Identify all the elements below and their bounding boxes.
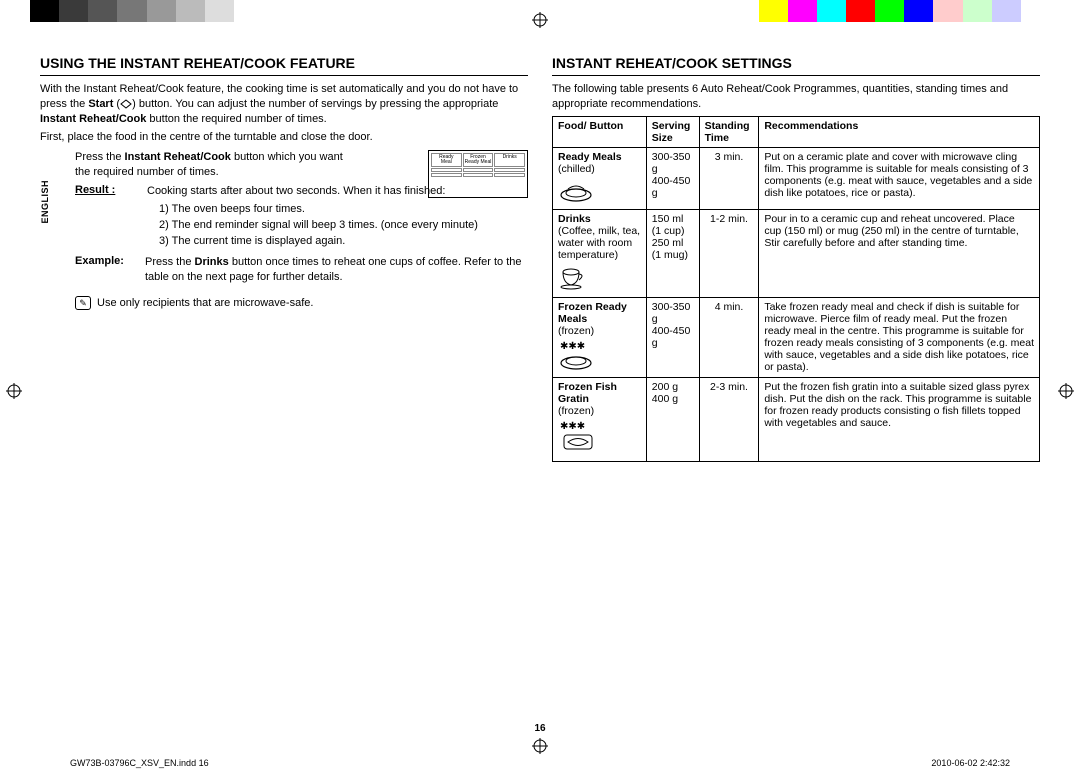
results-list: 1) The oven beeps four times.2) The end … <box>159 202 528 249</box>
cell-serving: 200 g 400 g <box>646 377 699 461</box>
th-food: Food/ Button <box>553 116 647 147</box>
cell-standing: 2-3 min. <box>699 377 759 461</box>
footer: GW73B-03796C_XSV_EN.indd 16 2010-06-02 2… <box>70 758 1010 768</box>
right-column: INSTANT REHEAT/COOK SETTINGS The followi… <box>552 55 1040 722</box>
right-intro: The following table presents 6 Auto Rehe… <box>552 82 1040 112</box>
cell-serving: 150 ml (1 cup) 250 ml (1 mug) <box>646 209 699 297</box>
left-column: USING THE INSTANT REHEAT/COOK FEATURE Wi… <box>40 55 528 722</box>
th-serving: Serving Size <box>646 116 699 147</box>
left-intro-2: First, place the food in the centre of t… <box>40 130 528 145</box>
cell-standing: 3 min. <box>699 147 759 209</box>
table-row: Frozen Fish Gratin(frozen)✱✱✱200 g 400 g… <box>553 377 1040 461</box>
cell-serving: 300-350 g 400-450 g <box>646 297 699 377</box>
table-row: Drinks(Coffee, milk, tea, water with roo… <box>553 209 1040 297</box>
cell-food: Frozen Fish Gratin(frozen)✱✱✱ <box>553 377 647 461</box>
svg-text:✱✱✱: ✱✱✱ <box>560 341 585 352</box>
left-intro-1: With the Instant Reheat/Cook feature, th… <box>40 82 528 127</box>
registration-mark-top <box>532 12 548 28</box>
registration-mark-bottom <box>532 738 548 754</box>
cell-food: Ready Meals(chilled) <box>553 147 647 209</box>
svg-text:✱✱✱: ✱✱✱ <box>560 421 585 432</box>
frozen-plate-icon: ✱✱✱ <box>558 341 641 374</box>
step-1-text: Press the Instant Reheat/Cook button whi… <box>75 150 355 180</box>
th-standing: Standing Time <box>699 116 759 147</box>
table-row: Ready Meals(chilled)300-350 g 400-450 g3… <box>553 147 1040 209</box>
example-text: Press the Drinks button once times to re… <box>145 255 528 285</box>
table-row: Frozen Ready Meals(frozen)✱✱✱300-350 g 4… <box>553 297 1040 377</box>
page-content: USING THE INSTANT REHEAT/COOK FEATURE Wi… <box>40 55 1040 722</box>
table-header-row: Food/ Button Serving Size Standing Time … <box>553 116 1040 147</box>
cell-standing: 1-2 min. <box>699 209 759 297</box>
left-heading: USING THE INSTANT REHEAT/COOK FEATURE <box>40 55 528 76</box>
note-text: Use only recipients that are microwave-s… <box>97 296 313 311</box>
cup-icon <box>558 265 641 294</box>
page-number: 16 <box>534 723 545 734</box>
cell-food: Drinks(Coffee, milk, tea, water with roo… <box>553 209 647 297</box>
result-item: 2) The end reminder signal will beep 3 t… <box>159 218 528 233</box>
cell-food: Frozen Ready Meals(frozen)✱✱✱ <box>553 297 647 377</box>
cell-rec: Pour in to a ceramic cup and reheat unco… <box>759 209 1040 297</box>
cell-rec: Put on a ceramic plate and cover with mi… <box>759 147 1040 209</box>
right-heading: INSTANT REHEAT/COOK SETTINGS <box>552 55 1040 76</box>
result-item: 3) The current time is displayed again. <box>159 234 528 249</box>
footer-right: 2010-06-02 2:42:32 <box>931 758 1010 768</box>
settings-table: Food/ Button Serving Size Standing Time … <box>552 116 1040 462</box>
note-block: ✎ Use only recipients that are microwave… <box>75 296 528 314</box>
th-rec: Recommendations <box>759 116 1040 147</box>
frozen-fish-icon: ✱✱✱ <box>558 421 641 458</box>
cell-standing: 4 min. <box>699 297 759 377</box>
footer-left: GW73B-03796C_XSV_EN.indd 16 <box>70 758 209 768</box>
cell-rec: Take frozen ready meal and check if dish… <box>759 297 1040 377</box>
control-panel-diagram: Ready MealFrozen Ready MealDrinks <box>428 150 528 198</box>
plate-icon <box>558 179 641 206</box>
result-label: Result : <box>75 184 115 196</box>
note-icon: ✎ <box>75 296 91 310</box>
registration-mark-left <box>6 383 22 399</box>
registration-mark-right <box>1058 383 1074 399</box>
example-label: Example: <box>75 255 124 267</box>
cell-rec: Put the frozen fish gratin into a suitab… <box>759 377 1040 461</box>
steps-block: Ready MealFrozen Ready MealDrinks Press … <box>75 150 528 288</box>
result-item: 1) The oven beeps four times. <box>159 202 528 217</box>
cell-serving: 300-350 g 400-450 g <box>646 147 699 209</box>
